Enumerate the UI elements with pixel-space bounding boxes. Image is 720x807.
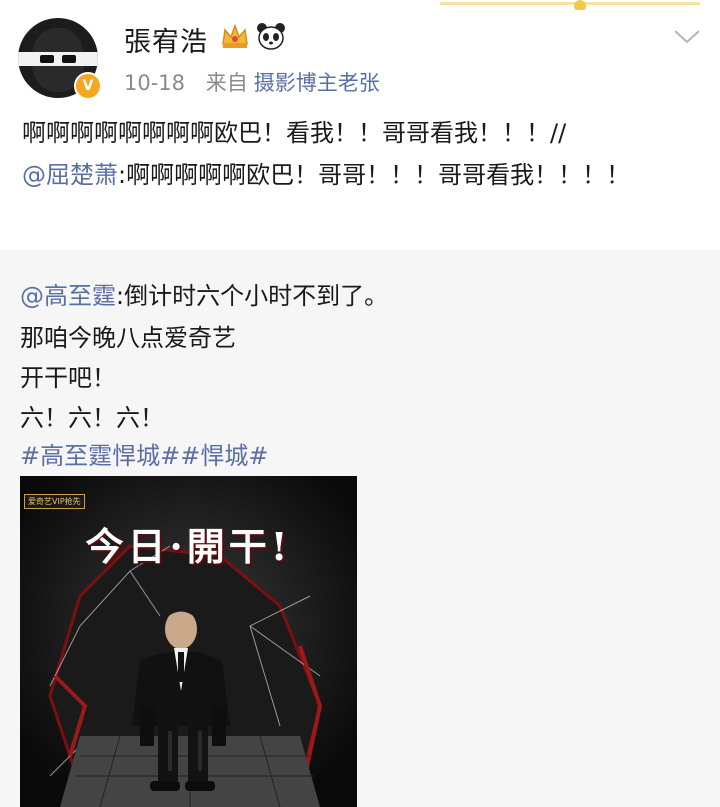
repost-line-3: 开干吧！ [20,364,116,392]
repost-line-4: 六！六！六！ [20,404,164,432]
hashtags[interactable]: #高至霆悍城##悍城# [20,436,268,471]
post-text: 啊啊啊啊啊啊啊啊欧巴！看我！！哥哥看我！！！// @屈楚萧:啊啊啊啊啊欧巴！哥哥… [22,119,631,189]
panda-icon [257,23,285,50]
post-header: V 張宥浩 10-18 来自 摄影博主老张 [0,0,720,110]
mention-link[interactable]: @屈楚萧 [22,161,118,189]
repost-line-2: 那咱今晚八点爱奇艺 [20,324,236,352]
repost-line-1: @高至霆:倒计时六个小时不到了。 [20,282,389,310]
repost-card[interactable]: @高至霆:倒计时六个小时不到了。 那咱今晚八点爱奇艺 开干吧！ 六！六！六！ #… [0,250,720,807]
vip-tag: 爱奇艺VIP抢先 [24,494,85,509]
post-time: 10-18 [124,71,186,95]
poster-headline: 今日·開干! [85,524,292,569]
post-source[interactable]: 摄影博主老张 [254,71,380,95]
crown-icon [222,23,248,48]
username[interactable]: 張宥浩 [124,20,208,59]
header-decoration [440,0,700,10]
verified-badge: V [74,72,102,100]
chevron-down-icon[interactable] [672,26,702,46]
post-meta: 10-18 来自 摄影博主老张 [124,67,380,97]
poster-image[interactable]: 爱奇艺VIP抢先 今日·開干! [20,476,357,807]
source-prefix: 来自 [205,71,248,95]
repost-mention[interactable]: @高至霆 [20,282,116,310]
